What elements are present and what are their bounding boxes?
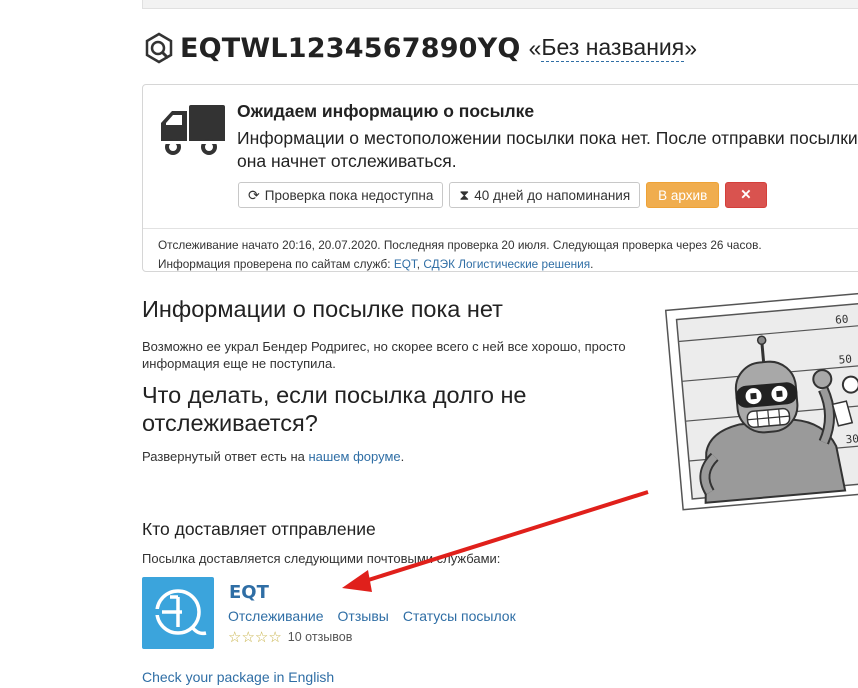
service-link-eqt[interactable]: EQT — [394, 257, 417, 271]
height-mark-30: 30 — [845, 432, 858, 446]
delivery-heading: Кто доставляет отправление — [142, 519, 376, 539]
forum-text-prefix: Развернутый ответ есть на — [142, 449, 309, 464]
carrier-eqt-logo[interactable] — [142, 577, 214, 649]
delete-button[interactable]: ✕ — [725, 182, 767, 208]
forum-text-suffix: . — [400, 449, 405, 464]
page-title: EQTWL1234567890YQ « Без названия » — [142, 28, 697, 68]
tracking-number: EQTWL1234567890YQ — [180, 32, 521, 64]
height-mark-60: 60 — [835, 313, 849, 327]
delivery-text: Посылка доставляется следующими почтовым… — [142, 551, 501, 566]
check-status-label: Проверка пока недоступна — [264, 187, 434, 203]
status-title: Ожидаем информацию о посылке — [237, 101, 535, 121]
checked-sites-prefix: Информация проверена по сайтам служб: — [158, 257, 394, 271]
status-actions: ⟳ Проверка пока недоступна ⧗ 40 дней до … — [238, 182, 767, 208]
hourglass-icon: ⧗ — [459, 186, 470, 203]
status-description: Информации о местоположении посылки пока… — [237, 128, 858, 171]
carrier-name-link[interactable]: EQT — [229, 582, 269, 603]
top-bar — [142, 0, 858, 9]
tracking-started-text: Отслеживание начато 20:16, 20.07.2020. П… — [158, 238, 762, 252]
no-info-heading: Информации о посылке пока нет — [142, 296, 503, 322]
reviews-count: 10 отзывов — [287, 630, 353, 644]
no-info-text: Возможно ее украл Бендер Родригес, но ск… — [142, 339, 626, 371]
rating-stars-icon: ☆☆☆☆ — [228, 629, 282, 646]
forum-answer-text: Развернутый ответ есть на нашем форуме. — [142, 449, 404, 464]
carrier-rating: ☆☆☆☆ 10 отзывов — [228, 628, 352, 646]
eqt-logo-icon — [142, 31, 176, 65]
forum-link[interactable]: нашем форуме — [308, 449, 400, 464]
open-quote: « — [528, 34, 542, 61]
bender-mugshot-image: 60 50 30 — [662, 282, 858, 520]
carrier-reviews-link[interactable]: Отзывы — [338, 608, 389, 624]
service-end: . — [590, 257, 594, 271]
refresh-icon: ⟳ — [248, 186, 260, 203]
english-version-link[interactable]: Check your package in English — [142, 669, 334, 685]
height-mark-50: 50 — [838, 352, 852, 366]
carrier-statuses-link[interactable]: Статусы посылок — [403, 608, 516, 624]
tracking-info-footer: Отслеживание начато 20:16, 20.07.2020. П… — [143, 228, 858, 272]
carrier-tracking-link[interactable]: Отслеживание — [228, 608, 324, 624]
what-to-do-heading: Что делать, если посылка долго не отслеж… — [142, 382, 527, 436]
truck-icon — [157, 103, 227, 159]
status-card: Ожидаем информацию о посылке Информации … — [142, 84, 858, 272]
reminder-label: 40 дней до напоминания — [474, 187, 631, 203]
package-name-link[interactable]: Без названия — [541, 34, 685, 62]
checked-sites-text: Информация проверена по сайтам служб: EQ… — [158, 255, 858, 274]
service-link-cdek[interactable]: СДЭК Логистические решения — [423, 257, 590, 271]
close-quote: » — [684, 34, 698, 61]
reminder-button[interactable]: ⧗ 40 дней до напоминания — [449, 182, 641, 208]
carrier-links: Отслеживание Отзывы Статусы посылок — [228, 608, 516, 624]
archive-button[interactable]: В архив — [646, 182, 720, 208]
check-status-button[interactable]: ⟳ Проверка пока недоступна — [238, 182, 444, 208]
